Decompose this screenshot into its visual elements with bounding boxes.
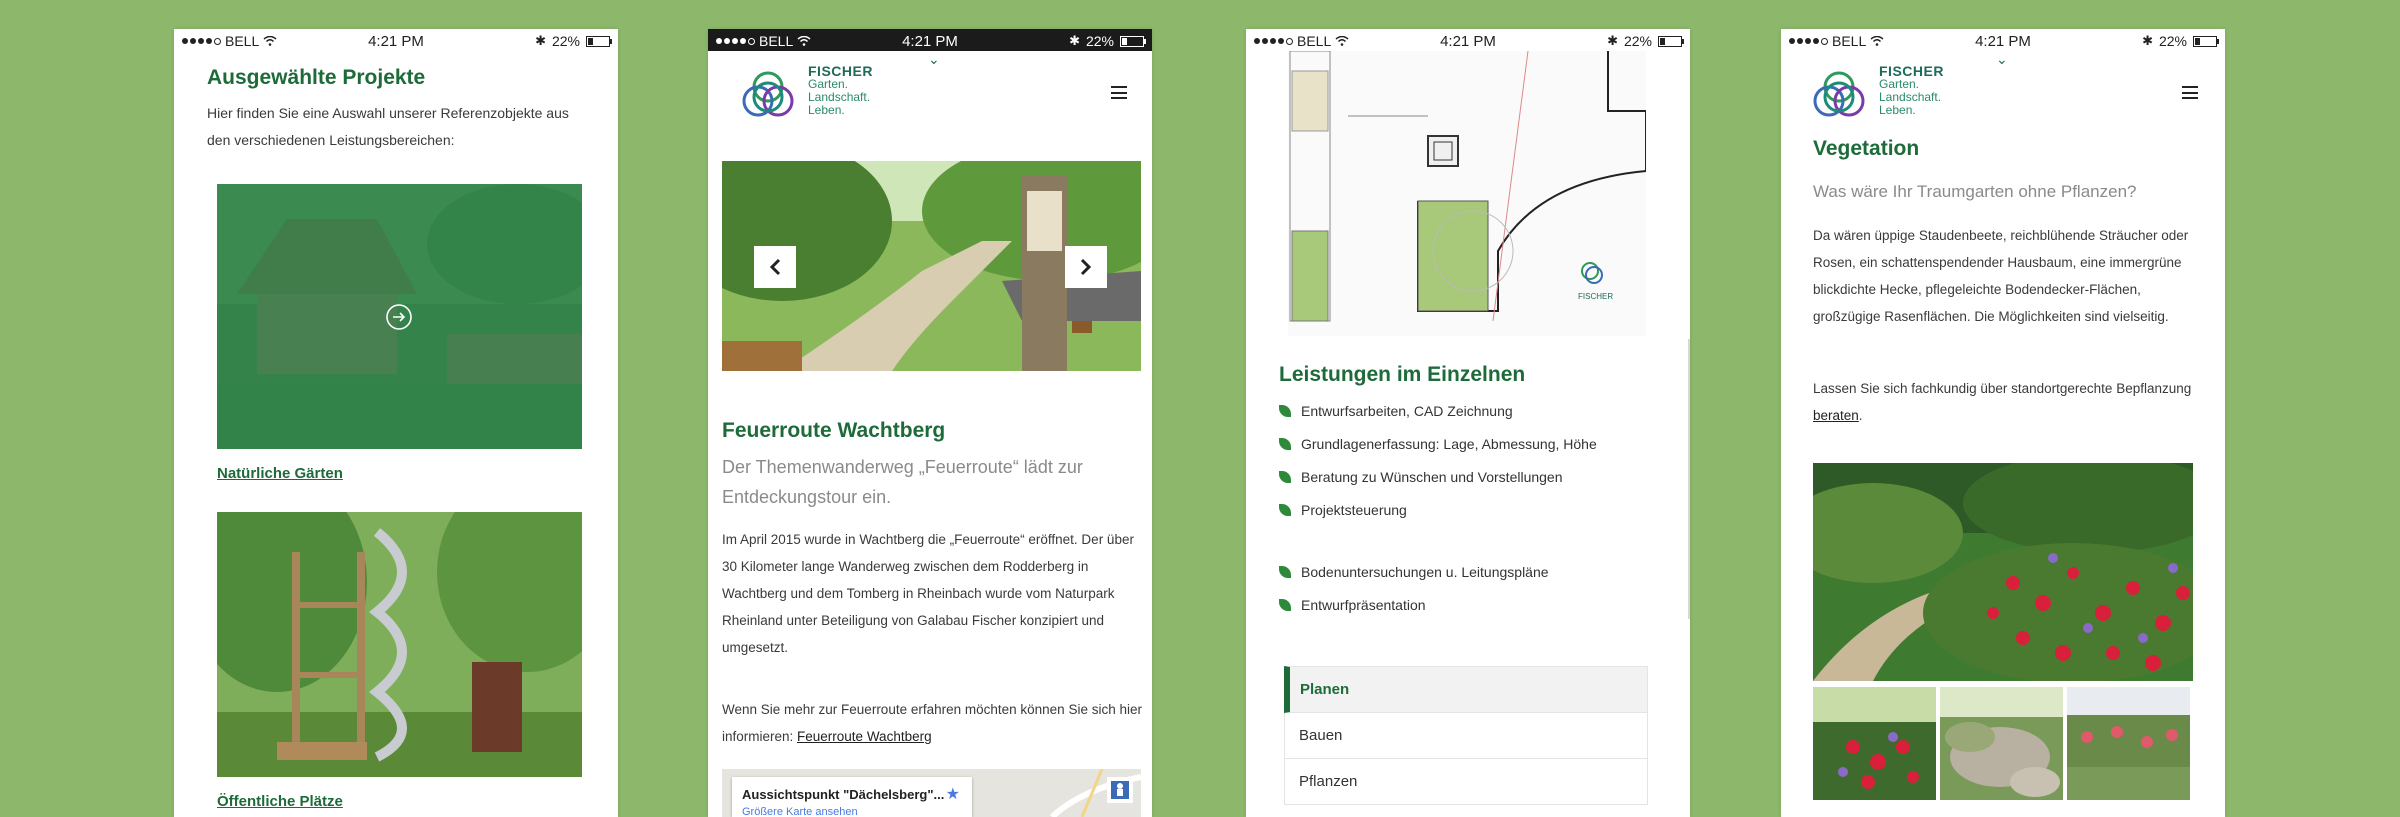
list-item-text: Entwurfpräsentation (1301, 597, 1426, 613)
gallery-thumbnail-2[interactable] (1940, 687, 2063, 800)
leaf-bullet-icon (1279, 471, 1291, 483)
logo-line3: Leben. (808, 103, 845, 117)
gallery-main-image[interactable] (1813, 463, 2193, 681)
leaf-bullet-icon (1279, 566, 1291, 578)
flower-garden-image (1813, 463, 2193, 681)
map-place-name: Aussichtspunkt "Dächelsberg"... (742, 787, 945, 802)
svg-text:FISCHER: FISCHER (1578, 292, 1613, 301)
status-bar: BELL 4:21 PM ✱ 22% (708, 29, 1152, 51)
scrollbar[interactable] (1688, 339, 1690, 619)
status-bar: BELL 4:21 PM ✱ 22% (1246, 29, 1690, 51)
list-item-text: Projektsteuerung (1301, 502, 1407, 518)
vegetation-paragraph-2: Lassen Sie sich fachkundig über standort… (1813, 375, 2198, 429)
thumbnail-image (1940, 687, 2063, 800)
bluetooth-icon: ✱ (535, 33, 546, 48)
battery-percent: 22% (2158, 33, 2187, 49)
services-list: Entwurfsarbeiten, CAD Zeichnung Grundlag… (1279, 400, 1597, 616)
article-paragraph-1: Im April 2015 wurde in Wachtberg die „Fe… (722, 532, 1134, 655)
phone-screen-vegetation: BELL 4:21 PM ✱ 22% ⌄ FISCHER Garten. Lan… (1781, 29, 2225, 817)
cad-plan-image: FISCHER (1288, 50, 1647, 336)
map-info-card[interactable]: Aussichtspunkt "Dächelsberg"... ★ Größer… (732, 777, 972, 817)
phone-screen-services: BELL 4:21 PM ✱ 22% FISCHER Leistungen im… (1246, 29, 1690, 817)
logo[interactable]: FISCHER Garten. Landschaft. Leben. (1807, 64, 1944, 129)
phone-screen-projects: BELL 4:21 PM ✱ 22% Ausgewählte Projekte … (174, 29, 618, 817)
thumbnail-image (2067, 687, 2190, 800)
gallery-thumbnail-3[interactable] (2067, 687, 2190, 800)
list-item-text: Entwurfsarbeiten, CAD Zeichnung (1301, 403, 1513, 419)
accordion-tab-planen[interactable]: Planen (1284, 666, 1648, 713)
pegman-icon (1111, 781, 1129, 799)
paragraph-end: . (1858, 408, 1863, 423)
thumbnail-image (1813, 687, 1936, 800)
chevron-down-icon[interactable]: ⌄ (1996, 51, 2008, 68)
hamburger-menu-icon[interactable] (1111, 86, 1127, 99)
accordion-tab-bauen[interactable]: Bauen (1284, 713, 1648, 759)
accordion-tab-pflanzen[interactable]: Pflanzen (1284, 759, 1648, 805)
leaf-bullet-icon (1279, 438, 1291, 450)
list-item-text: Grundlagenerfassung: Lage, Abmessung, Hö… (1301, 436, 1597, 452)
project-tile-public-places[interactable] (217, 512, 582, 777)
phone-screen-feuerroute: BELL 4:21 PM ✱ 22% ⌄ FISCHER Garten. Lan… (708, 29, 1152, 817)
star-icon[interactable]: ★ (946, 784, 960, 804)
logo-icon (1813, 71, 1865, 117)
status-bar: BELL 4:21 PM ✱ 22% (1781, 29, 2225, 51)
list-item-text: Beratung zu Wünschen und Vorstellungen (1301, 469, 1563, 485)
project-link-natural-gardens[interactable]: Natürliche Gärten (217, 465, 343, 482)
street-view-button[interactable] (1107, 777, 1133, 803)
list-item: Projektsteuerung (1279, 499, 1597, 521)
article-subtitle: Der Themenwanderweg „Feuerroute“ lädt zu… (722, 457, 1083, 507)
page-title: Ausgewählte Projekte (207, 66, 426, 89)
paragraph-text: Lassen Sie sich fachkundig über standort… (1813, 381, 2192, 396)
hamburger-menu-icon[interactable] (2182, 86, 2198, 99)
bluetooth-icon: ✱ (1069, 33, 1080, 48)
chevron-down-icon[interactable]: ⌄ (928, 51, 940, 68)
gallery-thumbnail-1[interactable] (1813, 687, 1936, 800)
bluetooth-icon: ✱ (1607, 33, 1618, 48)
project-tile-natural-gardens[interactable] (217, 184, 582, 449)
section-title: Leistungen im Einzelnen (1279, 363, 1526, 386)
logo[interactable]: FISCHER Garten. Landschaft. Leben. (736, 64, 873, 129)
battery-icon (2193, 35, 2219, 47)
leaf-bullet-icon (1279, 405, 1291, 417)
article-paragraph-2: Wenn Sie mehr zur Feuerroute erfahren mö… (722, 696, 1142, 750)
logo-line3: Leben. (1879, 103, 1916, 117)
article-title: Feuerroute Wachtberg (722, 419, 946, 442)
cad-drawing: FISCHER (1288, 50, 1647, 336)
embedded-map[interactable]: Aussichtspunkt "Dächelsberg"... ★ Größer… (722, 769, 1141, 817)
slider-next-button[interactable] (1065, 246, 1107, 288)
section-title: Vegetation (1813, 137, 1920, 160)
image-slider[interactable] (722, 161, 1141, 371)
battery-percent: 22% (1623, 33, 1652, 49)
battery-icon (1658, 35, 1684, 47)
battery-percent: 22% (1085, 33, 1114, 49)
vegetation-paragraph-1: Da wären üppige Staudenbeete, reichblühe… (1813, 228, 2189, 324)
beraten-link[interactable]: beraten (1813, 408, 1859, 423)
battery-icon (586, 35, 612, 47)
feuerroute-link[interactable]: Feuerroute Wachtberg (797, 729, 932, 744)
battery-percent: 22% (551, 33, 580, 49)
paragraph-text: Wenn Sie mehr zur Feuerroute erfahren mö… (722, 702, 1142, 744)
project-link-public-places[interactable]: Öffentliche Plätze (217, 793, 343, 810)
slider-prev-button[interactable] (754, 246, 796, 288)
intro-text: Hier finden Sie eine Auswahl unserer Ref… (207, 105, 569, 148)
leaf-bullet-icon (1279, 599, 1291, 611)
leaf-bullet-icon (1279, 504, 1291, 516)
larger-map-link[interactable]: Größere Karte ansehen (742, 806, 858, 817)
list-item: Bodenuntersuchungen u. Leitungspläne (1279, 561, 1597, 583)
battery-icon (1120, 35, 1146, 47)
status-bar: BELL 4:21 PM ✱ 22% (174, 29, 618, 51)
chevron-left-icon (769, 258, 781, 276)
list-item: Beratung zu Wünschen und Vorstellungen (1279, 466, 1597, 488)
arrow-circle-right-icon[interactable] (385, 303, 413, 331)
list-item: Entwurfpräsentation (1279, 594, 1597, 616)
section-subtitle: Was wäre Ihr Traumgarten ohne Pflanzen? (1813, 182, 2137, 201)
list-item-text: Bodenuntersuchungen u. Leitungspläne (1301, 564, 1549, 580)
project-image-tower (217, 512, 582, 777)
services-accordion: Planen Bauen Pflanzen (1284, 666, 1648, 805)
list-item: Grundlagenerfassung: Lage, Abmessung, Hö… (1279, 433, 1597, 455)
chevron-right-icon (1080, 258, 1092, 276)
list-item: Entwurfsarbeiten, CAD Zeichnung (1279, 400, 1597, 422)
logo-icon (742, 71, 794, 117)
bluetooth-icon: ✱ (2142, 33, 2153, 48)
